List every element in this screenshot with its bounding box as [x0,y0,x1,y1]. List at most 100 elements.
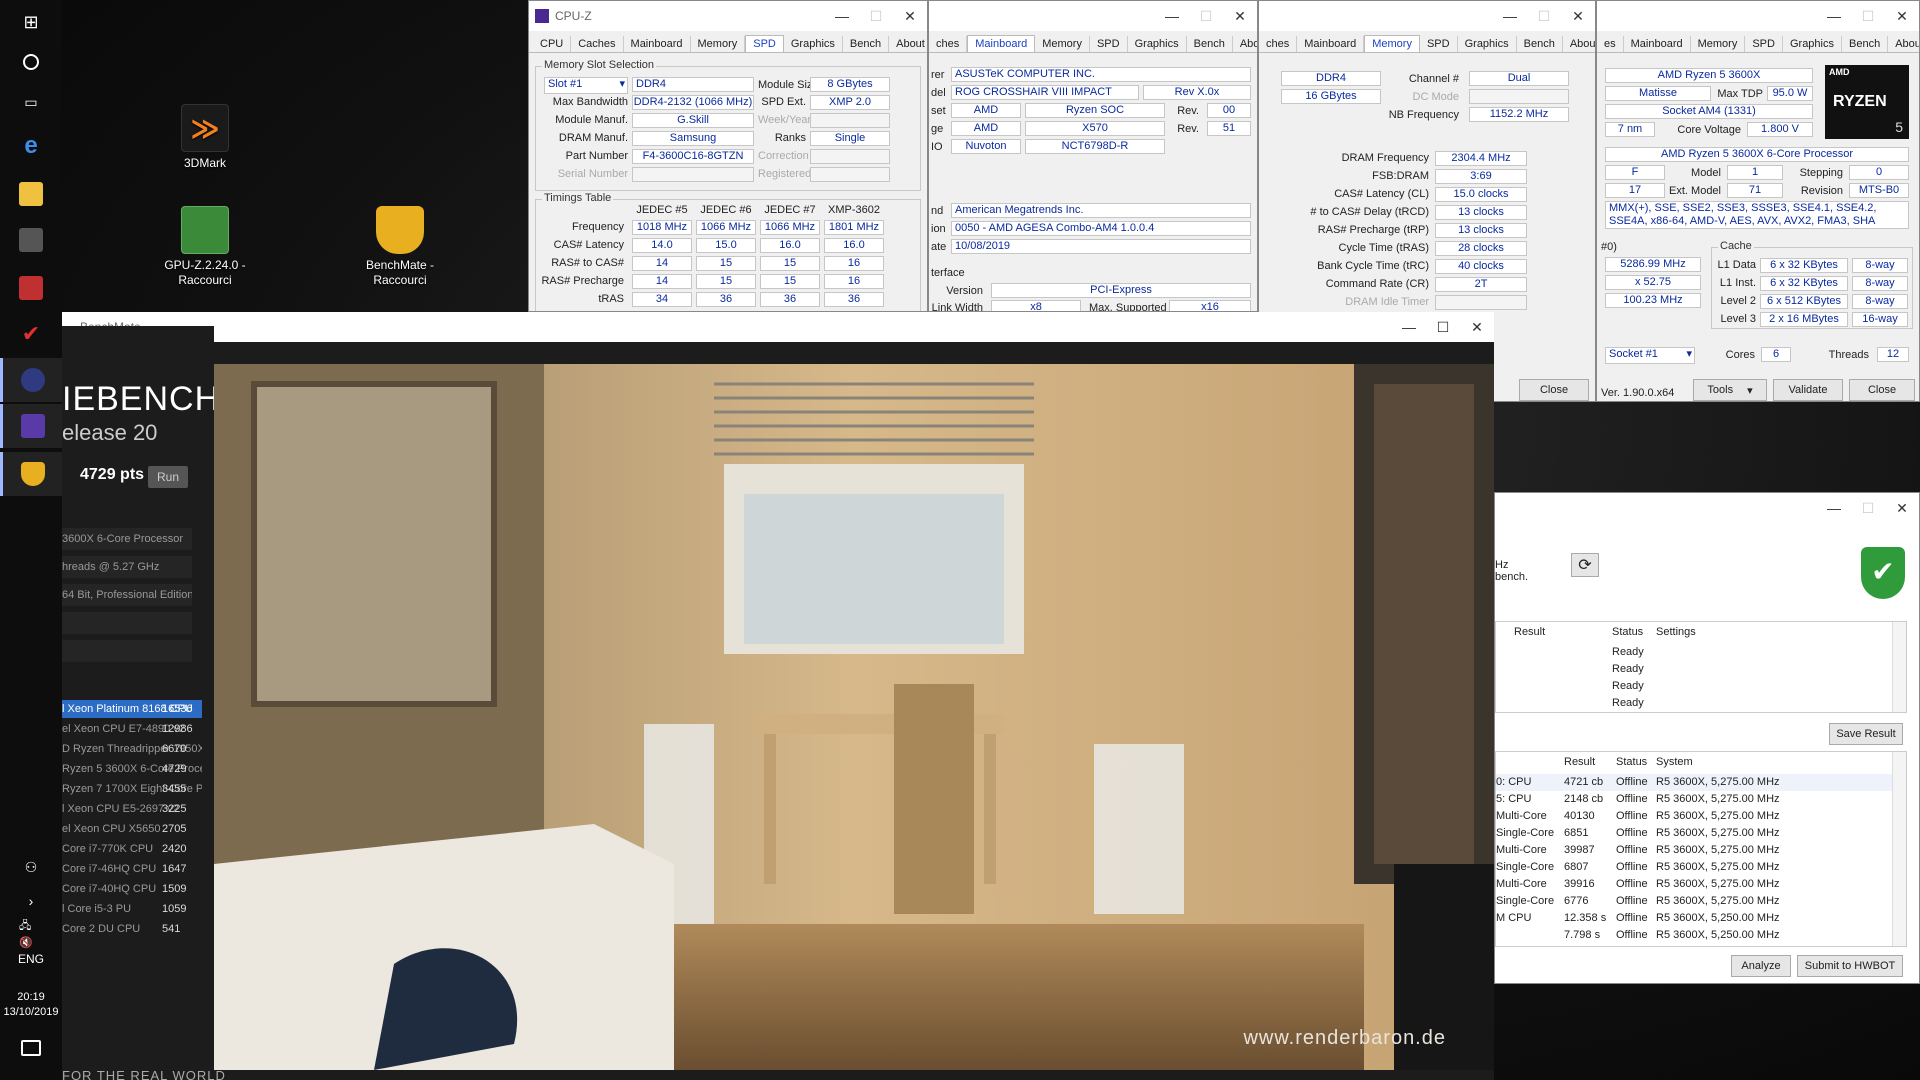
result-row[interactable]: Single-Core 6851 Offline R5 3600X, 5,275.00… [1496,825,1892,842]
ranking-row[interactable]: l Xeon Platinum 8168 CPU 16536 [62,700,202,718]
maximize-button[interactable]: ☐ [1426,312,1460,342]
close-button[interactable]: ✕ [1460,312,1494,342]
tab-memory[interactable]: Memory [1691,36,1746,52]
save-result-button[interactable]: Save Result [1829,723,1903,745]
result-row[interactable]: Multi-Core 40130 Offline R5 3600X, 5,275.00… [1496,808,1892,825]
tab-graphics[interactable]: Graphics [1128,36,1187,52]
tab-caches[interactable]: ches [1259,36,1298,52]
minimize-button[interactable]: — [1155,1,1189,31]
tab-memory[interactable]: Memory [691,36,746,52]
scrollbar[interactable] [1892,752,1906,946]
tab-caches[interactable]: Caches [571,36,624,52]
refresh-button[interactable]: ⟳ [1571,553,1599,577]
maximize-button[interactable]: ☐ [1189,1,1223,31]
taskbar-cinebench[interactable] [0,404,62,448]
people-button[interactable]: ⚇ [0,852,62,882]
socket-select[interactable]: Socket #1 ▾ [1605,347,1695,364]
tab-spd[interactable]: SPD [1090,36,1128,52]
desktop-icon-3dmark[interactable]: ≫ 3DMark [150,104,260,171]
tab-mainboard[interactable]: Mainboard [1297,36,1365,52]
tab-mainboard[interactable]: Mainboard [624,36,691,52]
result-row[interactable]: Multi-Core 39916 Offline R5 3600X, 5,275.00… [1496,876,1892,893]
tab-about[interactable]: About [1233,36,1257,52]
ranking-row[interactable]: el Xeon CPU X5650 2705 [62,820,202,838]
search-button[interactable] [0,40,62,84]
taskbar-app-3[interactable]: ✔ [0,312,62,356]
validate-button[interactable]: Validate [1773,379,1843,401]
tools-button[interactable]: Tools ▾ [1693,379,1767,401]
result-row[interactable]: M CPU 12.358 s Offline R5 3600X, 5,250.00 M… [1496,910,1892,927]
maximize-button[interactable]: ☐ [1851,1,1885,31]
show-hidden-icons[interactable]: › [0,886,62,916]
minimize-button[interactable]: — [1392,312,1426,342]
close-button[interactable]: ✕ [1561,1,1595,31]
taskbar-explorer[interactable] [0,172,62,216]
minimize-button[interactable]: — [825,1,859,31]
close-button[interactable]: Close [1849,379,1915,401]
clock[interactable]: 20:19 13/10/2019 [0,990,62,1020]
taskbar-app-2[interactable] [0,266,62,310]
tab-graphics[interactable]: Graphics [1783,36,1842,52]
tab-about[interactable]: About [1563,36,1595,52]
scrollbar[interactable] [1892,622,1906,712]
taskbar-edge[interactable]: e [0,124,62,168]
tray-icons[interactable]: 🖧 🔇 [0,918,62,949]
notification-icon[interactable] [21,1040,41,1056]
tab-spd[interactable]: SPD [745,35,784,52]
minimize-button[interactable]: — [1817,493,1851,523]
tab-spd[interactable]: SPD [1745,36,1783,52]
maximize-button[interactable]: ☐ [859,1,893,31]
slot-select[interactable]: Slot #1 ▾ [544,77,628,94]
ranking-row[interactable]: Core i7-770K CPU 2420 [62,840,202,858]
tab-caches[interactable]: es [1597,36,1624,52]
submit-hwbot-button[interactable]: Submit to HWBOT [1797,955,1903,977]
titlebar[interactable]: BenchMate —☐✕ [62,312,1494,342]
maximize-button[interactable]: ☐ [1527,1,1561,31]
tab-memory[interactable]: Memory [1035,36,1090,52]
tab-caches[interactable]: ches [929,36,968,52]
tab-about[interactable]: About [1888,36,1919,52]
result-row[interactable]: 5: CPU 2148 cb Offline R5 3600X, 5,275.00 M… [1496,791,1892,808]
close-button[interactable]: ✕ [1885,1,1919,31]
titlebar[interactable]: — ☐ ✕ [1597,1,1919,31]
close-button[interactable]: ✕ [1223,1,1257,31]
tab-graphics[interactable]: Graphics [1458,36,1517,52]
tab-mainboard[interactable]: Mainboard [1624,36,1691,52]
close-button[interactable]: ✕ [893,1,927,31]
minimize-button[interactable]: — [1493,1,1527,31]
run-button[interactable]: Run [148,466,188,488]
desktop-icon-benchmate[interactable]: BenchMate - Raccourci [345,206,455,288]
analyze-button[interactable]: Analyze [1731,955,1791,977]
titlebar[interactable]: — ☐ ✕ [1495,493,1919,523]
ranking-row[interactable]: Core i7-40HQ CPU 1509 [62,880,202,898]
tab-cpu[interactable]: CPU [533,36,572,52]
ranking-row[interactable]: l Core i5-3 PU 1059 [62,900,202,918]
tab-bench[interactable]: Bench [1517,36,1563,52]
titlebar[interactable]: — ☐ ✕ [929,1,1257,31]
close-button[interactable]: Close [1519,379,1589,401]
result-row[interactable]: Single-Core 6776 Offline R5 3600X, 5,275.00… [1496,893,1892,910]
close-button[interactable]: ✕ [1885,493,1919,523]
taskbar-cpuz[interactable] [0,358,62,402]
ranking-row[interactable]: el Xeon CPU E7-4890 v2 12986 [62,720,202,738]
tab-memory[interactable]: Memory [1364,35,1420,52]
titlebar[interactable]: CPU-Z — ☐ ✕ [529,1,927,31]
minimize-button[interactable]: — [1817,1,1851,31]
maximize-button[interactable]: ☐ [1851,493,1885,523]
ranking-row[interactable]: Core 2 DU CPU 541 [62,920,202,938]
desktop-icon-gpuz[interactable]: GPU-Z.2.24.0 - Raccourci [150,206,260,288]
tab-spd[interactable]: SPD [1420,36,1458,52]
tab-mainboard[interactable]: Mainboard [967,35,1036,52]
language-indicator[interactable]: ENG [0,952,62,966]
ranking-row[interactable]: D Ryzen Threadripper 1950X 6670 [62,740,202,758]
start-button[interactable]: ⊞ [0,0,62,44]
ranking-row[interactable]: l Xeon CPU E5-2697 v2 3225 [62,800,202,818]
tab-bench[interactable]: Bench [843,36,890,52]
result-row[interactable]: Single-Core 6807 Offline R5 3600X, 5,275.00… [1496,859,1892,876]
ranking-row[interactable]: Core i7-46HQ CPU 1647 [62,860,202,878]
taskbar-benchmate[interactable] [0,452,62,496]
result-row[interactable]: Multi-Core 39987 Offline R5 3600X, 5,275.00… [1496,842,1892,859]
result-row[interactable]: 7.798 s Offline R5 3600X, 5,250.00 MHz [1496,927,1892,944]
ranking-row[interactable]: Ryzen 5 3600X 6-Core Proces 4729 [62,760,202,778]
tab-graphics[interactable]: Graphics [784,36,843,52]
